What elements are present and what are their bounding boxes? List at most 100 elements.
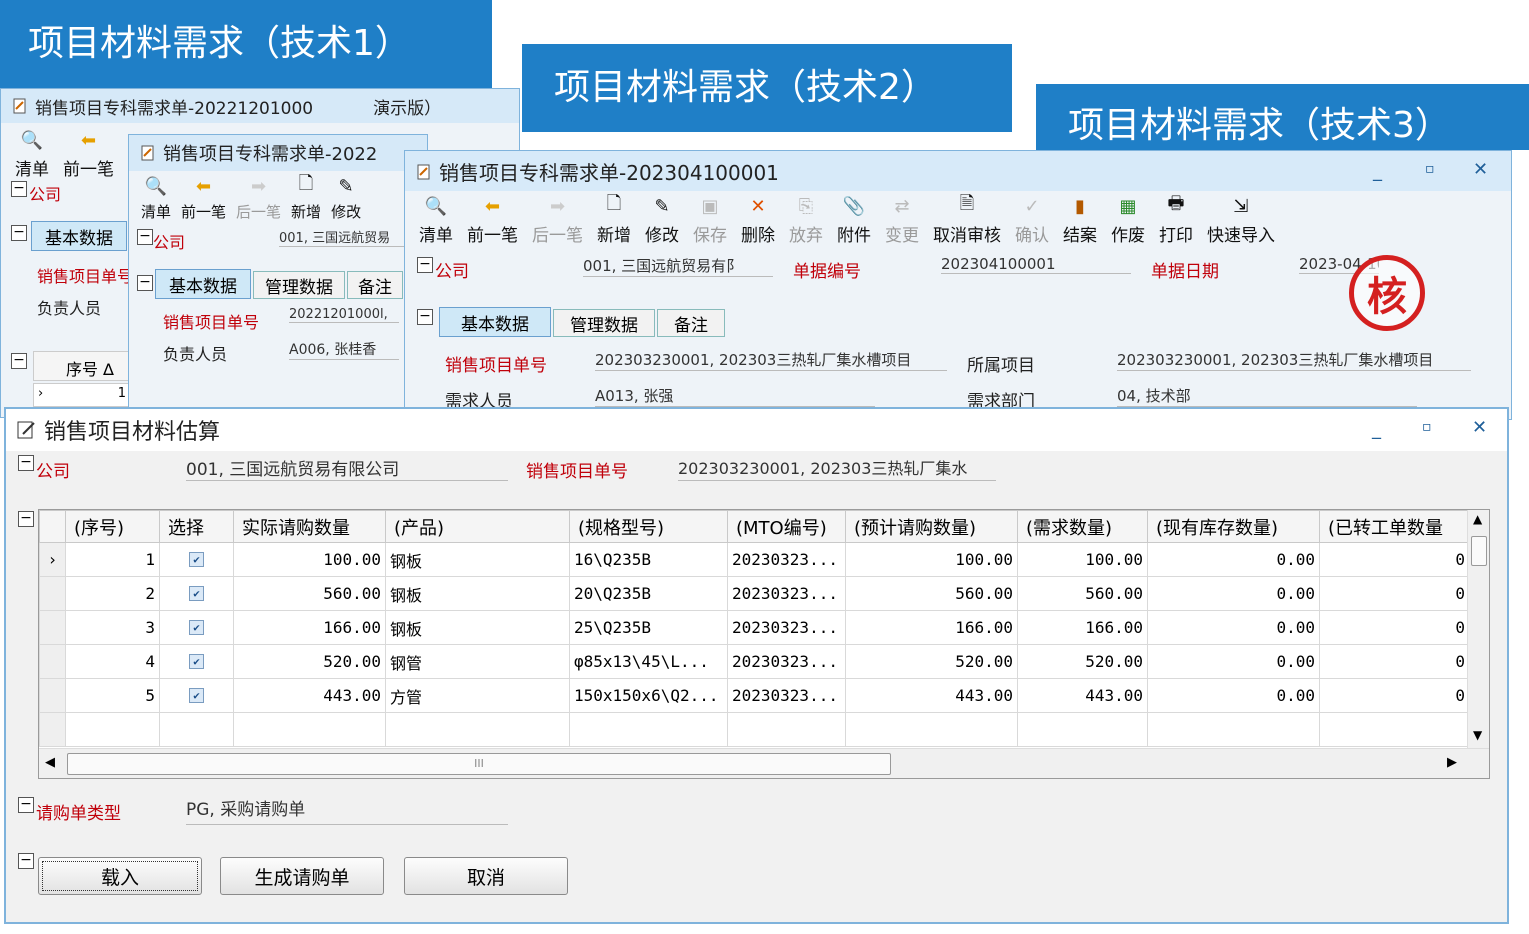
column-header-need-qty[interactable]: (需求数量): [1017, 510, 1148, 543]
checkbox[interactable]: ✔: [189, 552, 204, 567]
checkbox[interactable]: ✔: [189, 620, 204, 635]
row-header[interactable]: [39, 678, 66, 713]
cell-select[interactable]: ✔: [159, 610, 234, 645]
table-row[interactable]: 3 ✔ 166.00 钢板 25\Q235B 20230323... 166.0…: [39, 610, 1470, 645]
scroll-left-icon[interactable]: ◀: [45, 755, 55, 770]
tab-notes[interactable]: 备注: [347, 271, 403, 299]
close-icon[interactable]: ✕: [1472, 417, 1487, 438]
next-button[interactable]: ➡ 后一笔: [532, 195, 583, 247]
req-dept-value[interactable]: 04, 技术部: [1117, 385, 1417, 407]
seq-column-header[interactable]: 序号 ∆: [66, 356, 114, 380]
row-header[interactable]: [39, 610, 66, 645]
tab-management-data[interactable]: 管理数据: [553, 309, 655, 337]
company-value[interactable]: 001, 三国远航贸易有限公司: [186, 455, 508, 481]
close-icon[interactable]: ✕: [1473, 159, 1488, 180]
checkbox[interactable]: ✔: [189, 654, 204, 669]
void-button[interactable]: ▦ 作废: [1111, 195, 1145, 247]
cancel-button[interactable]: 取消: [404, 857, 568, 895]
scroll-down-icon[interactable]: ▼: [1473, 728, 1482, 742]
horizontal-scrollbar[interactable]: ◀ III ▶: [39, 748, 1489, 778]
tab-notes[interactable]: 备注: [657, 309, 725, 337]
list-button[interactable]: 🔍 清单: [15, 129, 49, 181]
scroll-hthumb[interactable]: III: [67, 753, 891, 775]
collapse-toggle[interactable]: −: [11, 181, 27, 197]
collapse-toggle[interactable]: −: [417, 257, 433, 273]
cancel-review-button[interactable]: 🗎 取消审核: [933, 193, 1001, 246]
list-button[interactable]: 🔍 清单: [141, 175, 171, 222]
column-header-product[interactable]: (产品): [385, 510, 570, 543]
column-header-select[interactable]: 选择: [159, 510, 234, 543]
maximize-icon[interactable]: ▫: [1425, 161, 1435, 177]
sales-no-value[interactable]: 202303230001, 202303三热轧厂集水: [678, 455, 996, 481]
load-button[interactable]: 载入: [38, 857, 202, 895]
tab-management-data[interactable]: 管理数据: [253, 271, 345, 299]
scroll-right-icon[interactable]: ▶: [1447, 755, 1457, 770]
company-value[interactable]: 001, 三国远航贸易有阝: [583, 255, 773, 277]
change-button[interactable]: ⇄ 变更: [885, 195, 919, 247]
project-value[interactable]: 202303230001, 202303三热轧厂集水槽项目: [1117, 349, 1471, 371]
tab-basic-data[interactable]: 基本数据: [439, 307, 551, 337]
new-button[interactable]: 🗋 新增: [597, 193, 631, 246]
column-header-est-qty[interactable]: (预计请购数量): [845, 510, 1018, 543]
row-header[interactable]: [39, 644, 66, 679]
sales-no-value[interactable]: 20221201000l,: [289, 307, 399, 323]
owner-value[interactable]: A006, 张桂香: [289, 339, 399, 360]
collapse-toggle[interactable]: −: [11, 225, 27, 241]
vertical-scrollbar[interactable]: ▲ ▼: [1467, 510, 1489, 748]
tab-basic-data[interactable]: 基本数据: [155, 269, 251, 299]
collapse-toggle[interactable]: −: [137, 275, 153, 291]
table-row[interactable]: › 1 ✔ 100.00 钢板 16\Q235B 20230323... 100…: [39, 542, 1470, 577]
edit-button[interactable]: ✎ 修改: [331, 175, 361, 222]
cell-actual-qty[interactable]: 560.00: [233, 576, 386, 611]
edit-button[interactable]: ✎ 修改: [645, 195, 679, 247]
quick-import-button[interactable]: ⇲ 快速导入: [1207, 195, 1275, 247]
row-header[interactable]: [39, 576, 66, 611]
sales-no-value[interactable]: 202303230001, 202303三热轧厂集水槽项目: [595, 349, 947, 371]
collapse-toggle[interactable]: −: [417, 309, 433, 325]
column-header-seq[interactable]: (序号): [65, 510, 160, 543]
next-button[interactable]: ➡ 后一笔: [236, 175, 281, 222]
req-person-value[interactable]: A013, 张强: [595, 385, 875, 407]
attachment-button[interactable]: 📎 附件: [837, 195, 871, 247]
cell-actual-qty[interactable]: 100.00: [233, 542, 386, 577]
table-row-empty[interactable]: [39, 712, 1470, 747]
scroll-thumb[interactable]: [1471, 536, 1487, 566]
table-row[interactable]: 2 ✔ 560.00 钢板 20\Q235B 20230323... 560.0…: [39, 576, 1470, 611]
print-button[interactable]: 🖶 打印: [1159, 193, 1193, 246]
doc-no-value[interactable]: 202304100001: [941, 255, 1131, 274]
maximize-icon[interactable]: ▫: [1422, 419, 1432, 435]
cell-actual-qty[interactable]: 166.00: [233, 610, 386, 645]
company-value[interactable]: 001, 三国远航贸易: [279, 227, 409, 247]
discard-button[interactable]: ⎘ 放弃: [789, 195, 823, 247]
cell-actual-qty[interactable]: 443.00: [233, 678, 386, 713]
confirm-button[interactable]: ✓ 确认: [1015, 195, 1049, 247]
column-header-actual-qty[interactable]: 实际请购数量: [233, 510, 386, 543]
column-header-spec[interactable]: (规格型号): [569, 510, 728, 543]
collapse-toggle[interactable]: −: [18, 797, 34, 813]
collapse-toggle[interactable]: −: [18, 853, 34, 869]
cell-actual-qty[interactable]: 520.00: [233, 644, 386, 679]
collapse-toggle[interactable]: −: [18, 511, 34, 527]
scroll-up-icon[interactable]: ▲: [1473, 512, 1482, 526]
prev-button[interactable]: ⬅ 前一笔: [63, 129, 114, 181]
collapse-toggle[interactable]: −: [137, 229, 153, 245]
pr-type-value[interactable]: PG, 采购请购单: [186, 795, 508, 825]
cell-select[interactable]: ✔: [159, 576, 234, 611]
row-header[interactable]: [39, 712, 66, 747]
cell-select[interactable]: ✔: [159, 678, 234, 713]
cell-select[interactable]: ✔: [159, 542, 234, 577]
table-row[interactable]: 4 ✔ 520.00 钢管 φ85x13\45\L... 20230323...…: [39, 644, 1470, 679]
column-header-mto[interactable]: (MTO编号): [727, 510, 846, 543]
checkbox[interactable]: ✔: [189, 688, 204, 703]
list-button[interactable]: 🔍 清单: [419, 195, 453, 247]
checkbox[interactable]: ✔: [189, 586, 204, 601]
new-button[interactable]: 🗋 新增: [291, 173, 321, 222]
prev-button[interactable]: ⬅ 前一笔: [181, 175, 226, 222]
collapse-toggle[interactable]: −: [18, 455, 34, 471]
close-case-button[interactable]: ▮ 结案: [1063, 195, 1097, 247]
prev-button[interactable]: ⬅ 前一笔: [467, 195, 518, 247]
generate-pr-button[interactable]: 生成请购单: [220, 857, 384, 895]
cell-select[interactable]: ✔: [159, 644, 234, 679]
minimize-icon[interactable]: _: [1373, 161, 1382, 182]
table-row[interactable]: 5 ✔ 443.00 方管 150x150x6\Q2... 20230323..…: [39, 678, 1470, 713]
